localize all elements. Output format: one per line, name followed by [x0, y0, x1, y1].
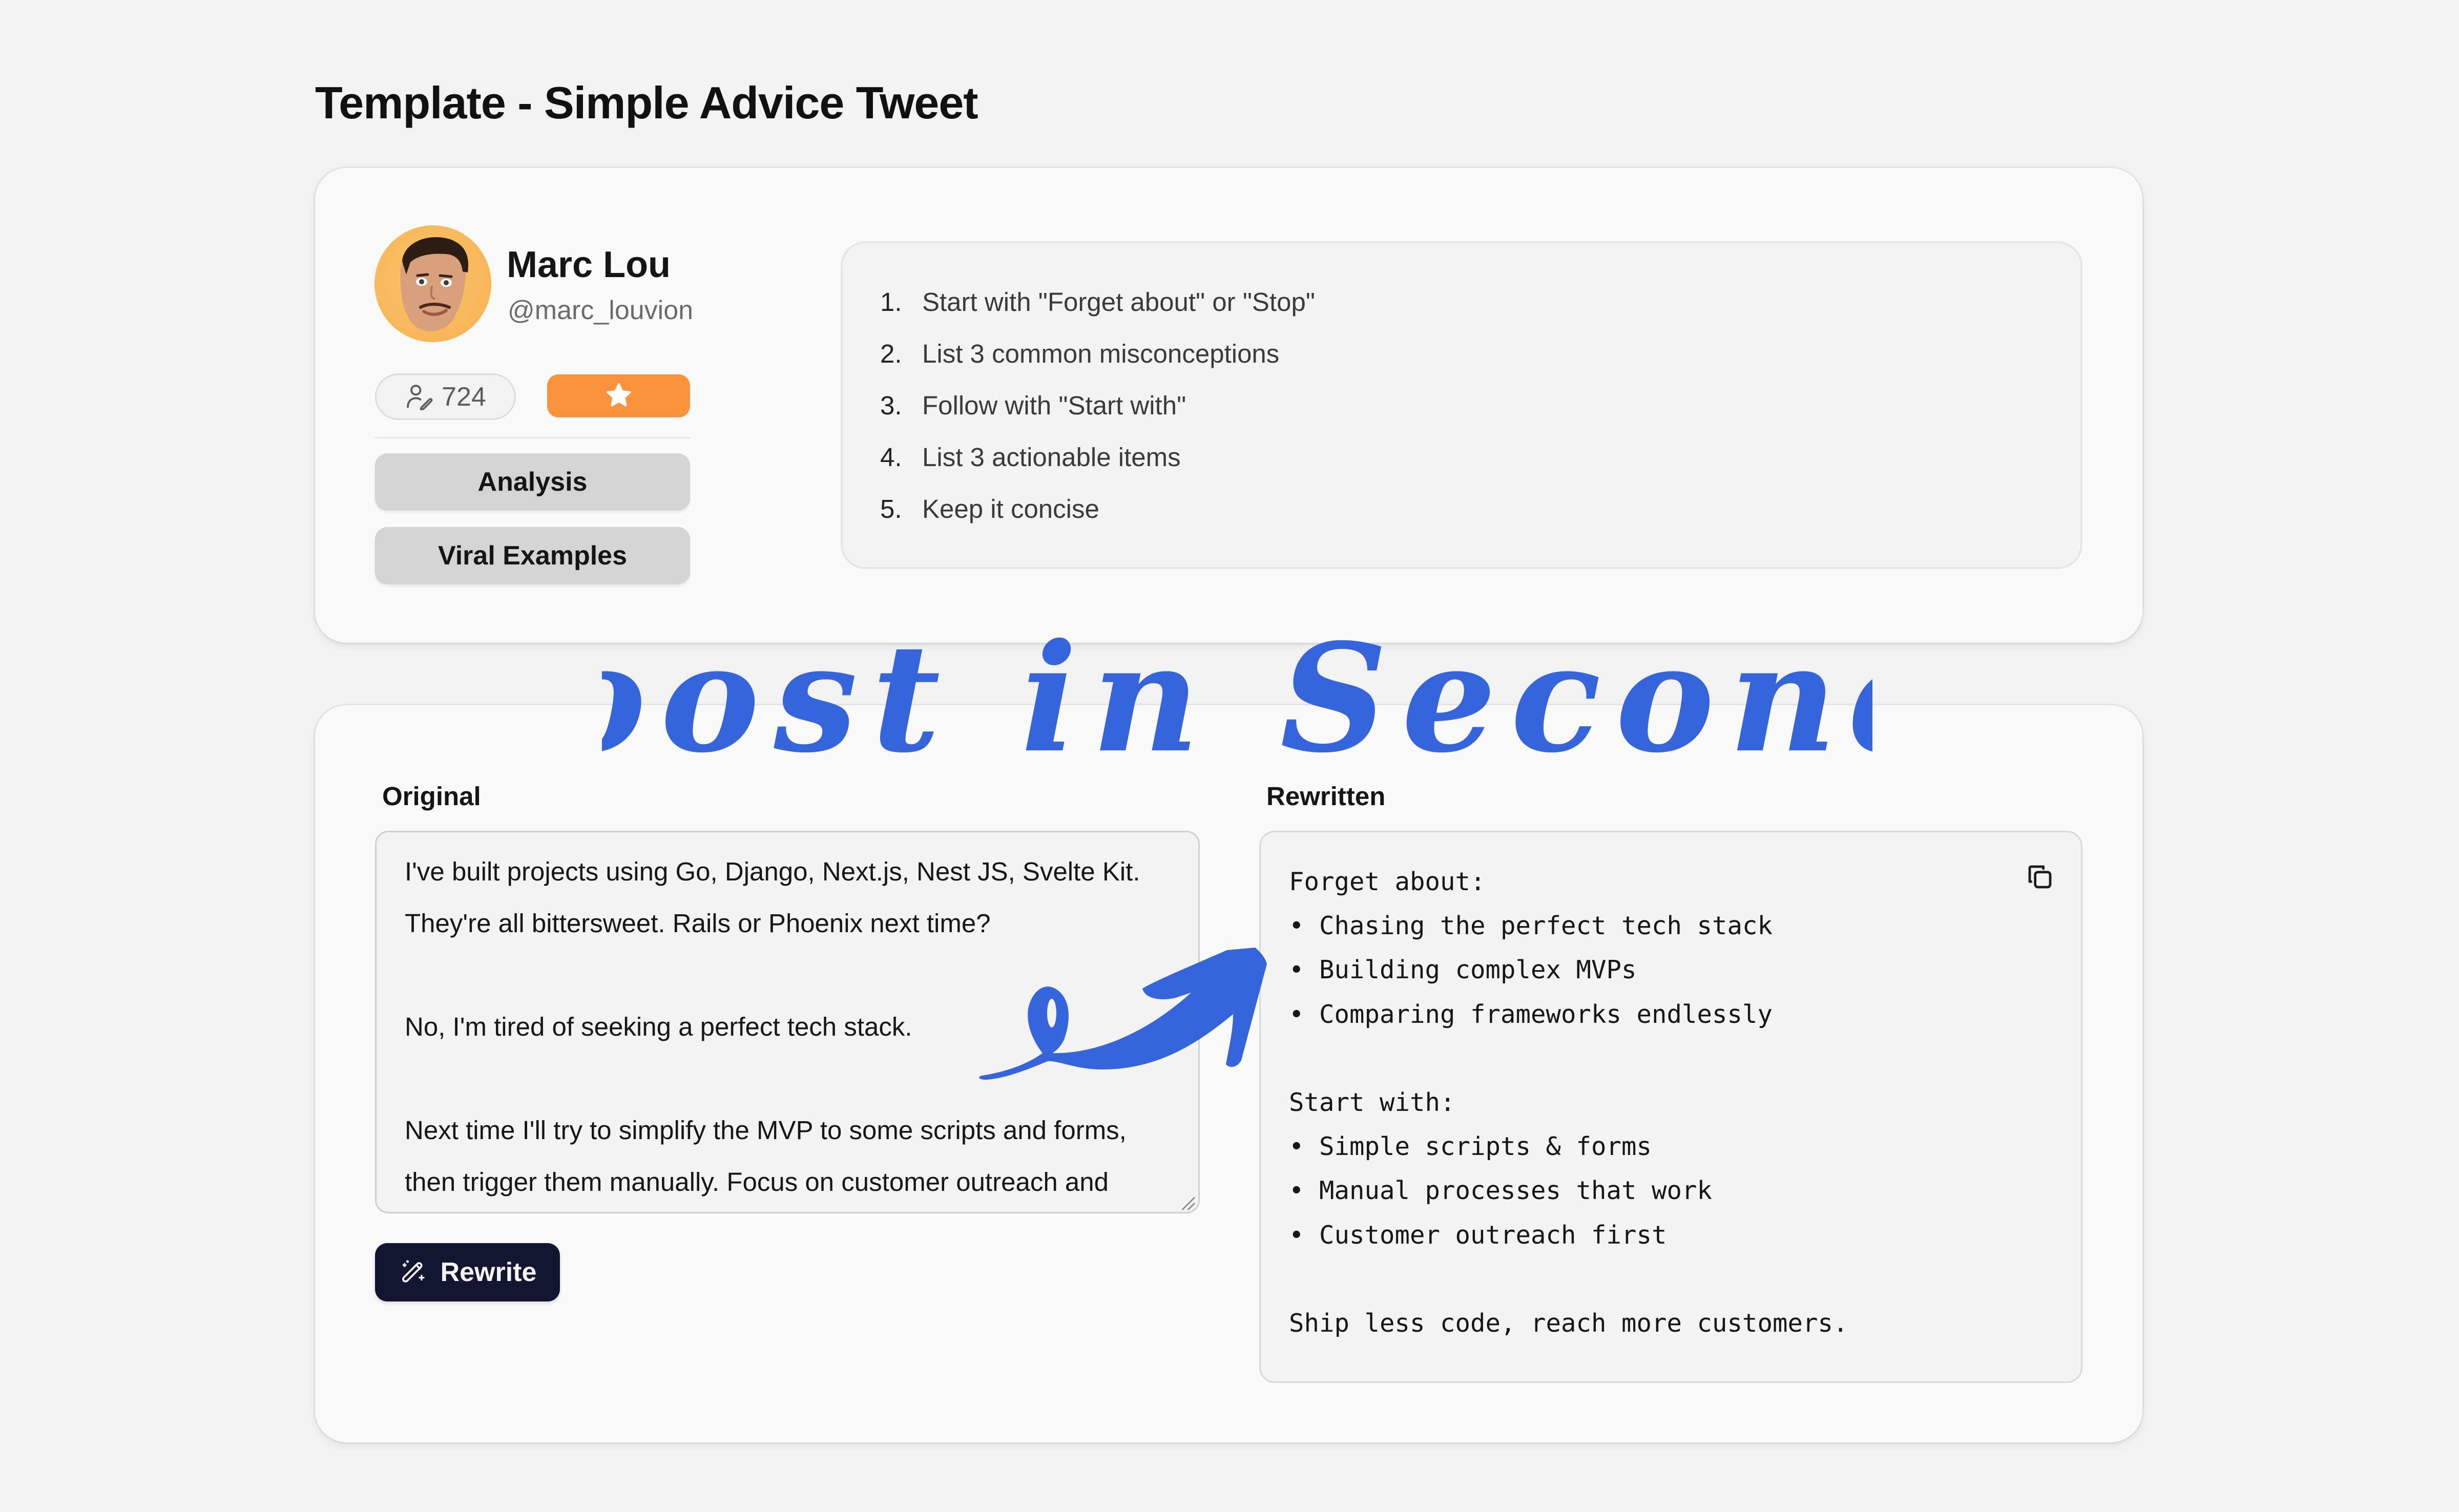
rewritten-line: • Building complex MVPs [1289, 955, 1637, 984]
rewritten-line: Start with: [1289, 1088, 1455, 1117]
rewritten-line: • Manual processes that work [1289, 1176, 1713, 1205]
step-number: 5. [880, 494, 902, 523]
analysis-button[interactable]: Analysis [375, 453, 690, 511]
rewritten-line: Ship less code, reach more customers. [1289, 1309, 1848, 1338]
magic-wand-icon [402, 1260, 425, 1283]
template-step: 2. List 3 common misconceptions [880, 339, 1279, 369]
step-text: List 3 actionable items [922, 443, 1181, 472]
rewritten-line: Forget about: [1289, 867, 1486, 896]
followers-count-badge: 724 [375, 373, 516, 420]
original-label: Original [382, 782, 481, 811]
star-icon [606, 383, 631, 407]
rewrite-button-label: Rewrite [440, 1257, 537, 1287]
template-step: 5. Keep it concise [880, 494, 1099, 524]
rewritten-label: Rewritten [1266, 782, 1386, 811]
step-number: 3. [880, 391, 902, 420]
step-text: Keep it concise [922, 494, 1099, 523]
followers-count: 724 [442, 382, 486, 412]
template-step: 1. Start with "Forget about" or "Stop" [880, 287, 1315, 317]
author-name: Marc Lou [507, 244, 671, 285]
rewritten-line: • Customer outreach first [1289, 1221, 1667, 1250]
rewritten-line: • Comparing frameworks endlessly [1289, 1000, 1773, 1029]
original-text-line: then trigger them manually. Focus on cus… [405, 1167, 1109, 1196]
template-step: 4. List 3 actionable items [880, 442, 1181, 472]
resize-handle-icon[interactable] [1178, 1193, 1196, 1211]
step-text: List 3 common misconceptions [922, 339, 1280, 368]
divider [375, 437, 690, 438]
original-text-line: No, I'm tired of seeking a perfect tech … [405, 1012, 912, 1041]
author-handle: @marc_louvion [508, 296, 694, 325]
rewrite-button[interactable]: Rewrite [375, 1243, 560, 1301]
step-number: 1. [880, 287, 902, 317]
rewritten-line: • Chasing the perfect tech stack [1289, 911, 1773, 940]
viral-examples-button[interactable]: Viral Examples [375, 527, 690, 584]
original-text-line: Next time I'll try to simplify the MVP t… [405, 1116, 1127, 1145]
step-number: 2. [880, 339, 902, 368]
avatar [374, 225, 491, 342]
step-text: Start with "Forget about" or "Stop" [922, 287, 1315, 317]
original-text-line: I've built projects using Go, Django, Ne… [405, 857, 1140, 886]
step-number: 4. [880, 443, 902, 472]
copy-icon [2028, 865, 2052, 889]
favorite-button[interactable] [547, 374, 690, 417]
user-pen-icon [407, 384, 433, 410]
page-title: Template - Simple Advice Tweet [315, 77, 978, 128]
avatar-photo-icon [400, 237, 469, 331]
original-text-line: They're all bittersweet. Rails or Phoeni… [405, 909, 991, 938]
step-text: Follow with "Start with" [922, 391, 1186, 420]
rewritten-line: • Simple scripts & forms [1289, 1132, 1652, 1161]
template-step: 3. Follow with "Start with" [880, 390, 1186, 421]
copy-button[interactable] [2024, 860, 2056, 893]
